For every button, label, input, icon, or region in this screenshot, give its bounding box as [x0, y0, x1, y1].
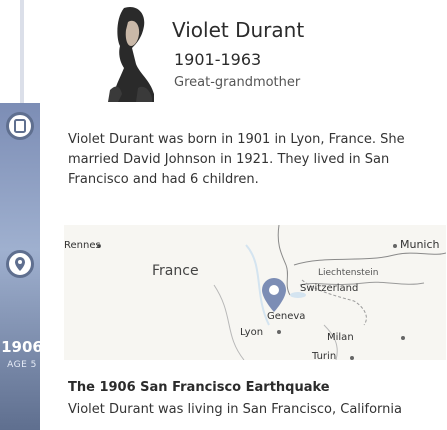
biography-text: Violet Durant was born in 1901 in Lyon, …	[68, 132, 405, 187]
timeline-map-marker[interactable]	[6, 250, 34, 278]
map-terrain	[64, 225, 446, 360]
map-label-switzerland: Switzerland	[300, 283, 359, 294]
person-relation: Great-grandmother	[174, 75, 301, 90]
event-text: Violet Durant was living in San Francisc…	[68, 402, 402, 417]
portrait-image[interactable]	[106, 4, 156, 102]
person-years: 1901-1963	[174, 50, 262, 69]
location-pin-icon	[9, 253, 31, 275]
map-label-milan: Milan	[327, 332, 354, 343]
timeline-bio-marker[interactable]	[6, 112, 34, 140]
timeline-age: AGE 5	[7, 360, 37, 370]
map-label-lyon: Lyon	[240, 327, 264, 338]
birthplace-map[interactable]: Rennes France Munich Liechtenstein Switz…	[64, 225, 446, 360]
timeline-year: 1906	[1, 338, 43, 356]
map-label-liechtenstein: Liechtenstein	[318, 268, 379, 278]
map-label-geneva: Geneva	[267, 311, 306, 322]
person-name: Violet Durant	[172, 18, 305, 42]
event-title: The 1906 San Francisco Earthquake	[68, 380, 330, 395]
map-label-turin: Turin	[312, 351, 337, 360]
map-label-france: France	[152, 263, 199, 279]
map-label-munich: Munich	[400, 238, 440, 251]
map-label-rennes: Rennes	[64, 240, 101, 251]
document-icon	[9, 115, 31, 137]
timeline-rail: 1906 AGE 5	[0, 0, 48, 430]
